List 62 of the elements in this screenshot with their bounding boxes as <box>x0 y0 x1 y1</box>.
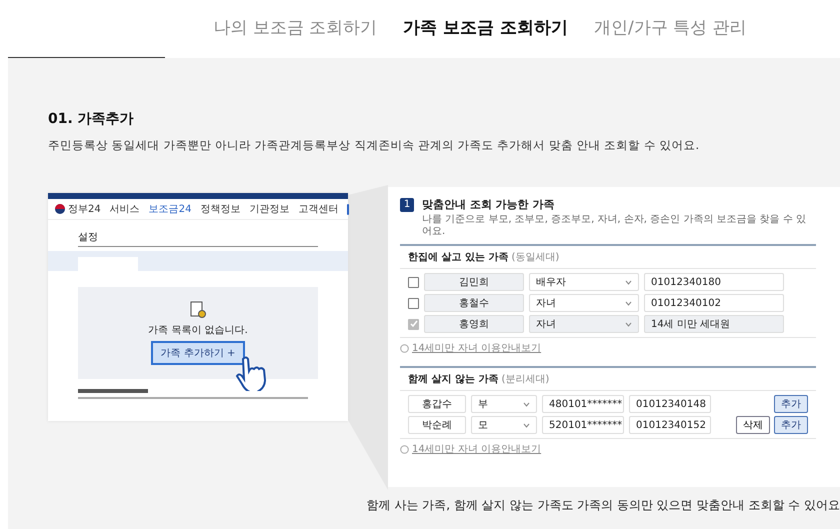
logo-text: 정부24 <box>68 203 101 216</box>
phone-field[interactable]: 01012340180 <box>644 273 784 291</box>
relation-select[interactable]: 부 <box>471 395 537 413</box>
phone-field[interactable]: 01012340148 <box>629 395 711 413</box>
row-button[interactable]: 삭제 <box>736 416 770 434</box>
step-badge: 1 <box>400 198 414 212</box>
checkbox[interactable] <box>408 276 419 288</box>
relation-value: 부 <box>478 398 488 411</box>
hand-pointer-icon <box>234 355 269 391</box>
chevron-down-icon <box>625 300 632 306</box>
chevron-down-icon <box>523 422 530 428</box>
nav-link[interactable]: 서비스 <box>110 202 140 216</box>
section-title: 01. 가족추가 <box>48 110 135 128</box>
emblem-icon <box>54 203 66 215</box>
name-field[interactable]: 홍갑수 <box>408 395 466 413</box>
relation-value: 배우자 <box>536 276 566 289</box>
page-title: 설정 <box>78 230 318 247</box>
phone-field[interactable]: 01012340102 <box>644 294 784 312</box>
document-icon <box>190 301 206 319</box>
guide-link[interactable]: 14세미만 자녀 이용안내보기 <box>400 439 816 459</box>
id-number-field[interactable]: 480101******* <box>542 395 624 413</box>
nav-link[interactable]: 보조금24 <box>148 202 192 216</box>
relation-value: 자녀 <box>536 297 556 310</box>
group-note: (분리세대) <box>501 373 550 386</box>
page-tab[interactable]: 가족 보조금 조회하기 <box>403 16 568 39</box>
id-number-field[interactable]: 520101******* <box>542 416 624 434</box>
panel-title: 맞춤안내 조회 가능한 가족 <box>422 197 554 212</box>
page-tab[interactable]: 개인/가구 특성 관리 <box>594 16 747 39</box>
relation-select[interactable]: 배우자 <box>529 273 639 291</box>
blurred-heading <box>78 389 148 393</box>
checkbox[interactable] <box>408 298 419 308</box>
row-button[interactable]: 추가 <box>774 395 808 413</box>
panel-description: 나를 기준으로 부모, 조부모, 증조부모, 자녀, 손자, 증손인 가족의 보조금을 찾을 수 있어요. <box>422 214 808 238</box>
relation-value: 자녀 <box>536 318 556 331</box>
nav-link[interactable]: 고객센터 <box>298 202 338 216</box>
chevron-down-icon <box>625 280 632 284</box>
section-description: 주민등록상 동일세대 가족뿐만 아니라 가족관계등록부상 직계존비속 관계의 가족도 추가해서 맞춤 안내 조회할 수 있어요. <box>48 138 700 153</box>
guide-link[interactable]: 14세미만 자녀 이용안내보기 <box>400 338 816 358</box>
page-tab[interactable]: 나의 보조금 조회하기 <box>213 16 378 39</box>
link-text[interactable]: 14세미만 자녀 이용안내보기 <box>412 341 542 355</box>
chevron-down-icon <box>625 322 632 326</box>
name-field[interactable]: 박순례 <box>408 416 466 434</box>
link-text[interactable]: 14세미만 자녀 이용안내보기 <box>412 442 542 456</box>
relation-select[interactable]: 모 <box>471 416 537 434</box>
group-title: 함께 살지 않는 가족 <box>408 373 498 386</box>
add-family-button[interactable]: 가족 추가하기 + <box>150 341 246 365</box>
relation-select[interactable]: 자녀 <box>529 294 639 312</box>
info-icon <box>400 344 409 352</box>
relation-value: 모 <box>478 419 488 432</box>
row-button[interactable]: 추가 <box>774 416 808 434</box>
nav-link[interactable]: 기관정보 <box>249 202 290 216</box>
phone-field[interactable]: 01012340152 <box>629 416 711 434</box>
group-title: 한집에 살고 있는 가족 <box>408 251 508 264</box>
info-icon <box>400 444 409 454</box>
name-field: 홍영희 <box>424 315 524 333</box>
caption: 함께 사는 가족, 함께 살지 않는 가족도 가족의 동의만 있으면 맞춤안내 조회할 수 있어요 <box>366 497 840 514</box>
group-note: (동일세대) <box>511 251 560 264</box>
name-field: 김민희 <box>424 273 524 291</box>
chevron-down-icon <box>523 402 530 406</box>
nav-link[interactable]: 정책정보 <box>200 202 240 216</box>
name-field: 홍철수 <box>424 294 524 312</box>
empty-message: 가족 목록이 없습니다. <box>148 324 248 337</box>
